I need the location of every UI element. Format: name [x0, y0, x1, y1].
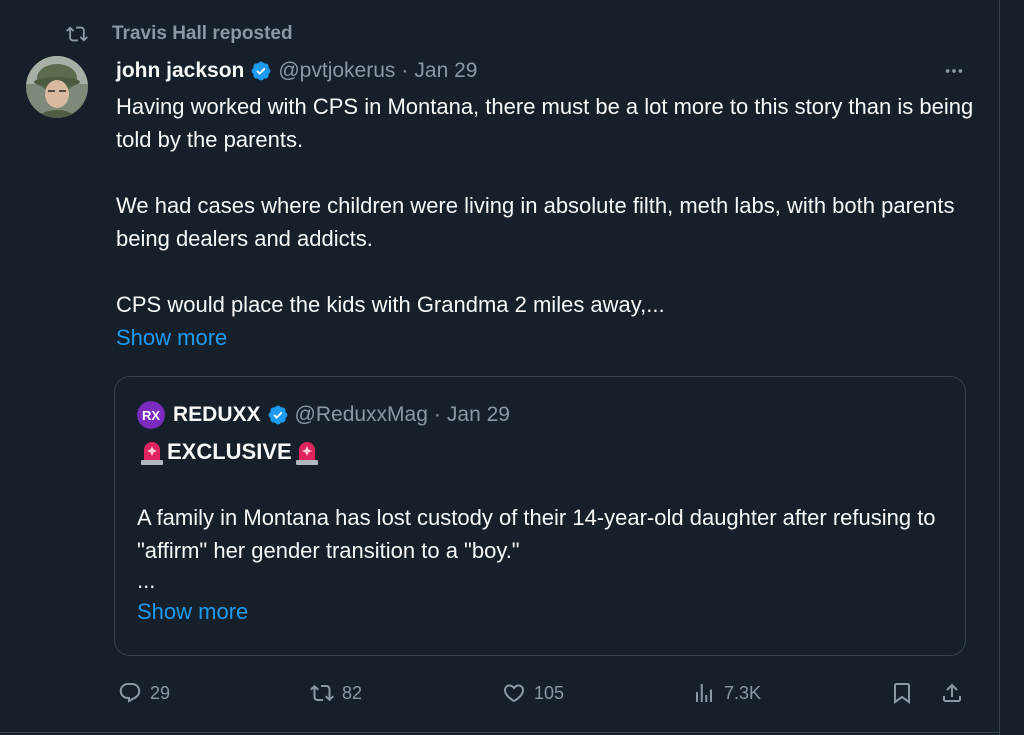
verified-badge-icon[interactable] [250, 60, 272, 82]
more-options-button[interactable] [940, 58, 968, 84]
tweet-paragraph: Having worked with CPS in Montana, there… [116, 94, 974, 152]
tweet-text: Having worked with CPS in Montana, there… [116, 90, 976, 354]
dot-separator: · [433, 403, 441, 426]
exclusive-line: EXCLUSIVE [137, 435, 937, 468]
action-bar: 29 82 105 7.3K [0, 676, 1000, 710]
reply-button[interactable]: 29 [118, 676, 170, 710]
quoted-tweet-date[interactable]: Jan 29 [447, 403, 510, 427]
repost-label: Travis Hall reposted [112, 23, 293, 44]
tweet-date[interactable]: Jan 29 [414, 59, 477, 83]
avatar[interactable] [26, 56, 88, 118]
police-light-icon [141, 441, 163, 465]
bookmark-button[interactable] [890, 676, 922, 710]
exclusive-label: EXCLUSIVE [167, 439, 292, 464]
author-name[interactable]: john jackson [116, 59, 244, 83]
reply-count: 29 [150, 682, 171, 703]
tweet-header: john jackson @pvtjokerus · Jan 29 [116, 56, 477, 86]
show-more-link[interactable]: Show more [116, 321, 976, 354]
more-horizontal-icon [945, 69, 963, 73]
repost-context[interactable]: Travis Hall reposted [66, 22, 293, 46]
reduxx-logo-text: RX [142, 408, 160, 423]
column-border-bottom [0, 732, 1000, 733]
repost-icon [310, 684, 334, 702]
quoted-paragraph: A family in Montana has lost custody of … [137, 505, 936, 563]
quoted-ellipsis: ... [137, 568, 156, 593]
author-handle[interactable]: @pvtjokerus [278, 59, 395, 83]
quoted-author-name[interactable]: REDUXX [173, 403, 261, 427]
analytics-icon [696, 684, 712, 702]
police-light-icon [295, 441, 318, 465]
repost-button[interactable]: 82 [310, 676, 362, 710]
verified-badge-icon[interactable] [267, 404, 289, 426]
quoted-tweet-header: RX REDUXX @ReduxxMag · Jan 29 [137, 401, 510, 429]
reply-icon [119, 683, 141, 703]
share-button[interactable] [940, 676, 972, 710]
tweet-paragraph: We had cases where children were living … [116, 193, 955, 251]
quoted-tweet-text: EXCLUSIVE A family in Montana has lost c… [137, 435, 937, 628]
like-count: 105 [534, 682, 565, 703]
quoted-show-more-link[interactable]: Show more [137, 595, 937, 628]
reduxx-logo-icon: RX [137, 401, 165, 429]
like-button[interactable]: 105 [502, 676, 564, 710]
quoted-author-handle[interactable]: @ReduxxMag [295, 403, 428, 427]
repost-count: 82 [342, 682, 363, 703]
repost-icon [66, 26, 88, 42]
views-count: 7.3K [724, 682, 762, 703]
tweet-paragraph: CPS would place the kids with Grandma 2 … [116, 292, 665, 317]
bookmark-icon [894, 683, 910, 704]
dot-separator: · [401, 59, 409, 82]
column-border-right [999, 0, 1000, 735]
quoted-tweet[interactable]: RX REDUXX @ReduxxMag · Jan 29 EXCLUSIVE … [114, 376, 966, 656]
avatar-image [26, 56, 88, 118]
share-icon [943, 683, 961, 702]
heart-icon [503, 684, 525, 703]
views-button[interactable]: 7.3K [692, 676, 761, 710]
